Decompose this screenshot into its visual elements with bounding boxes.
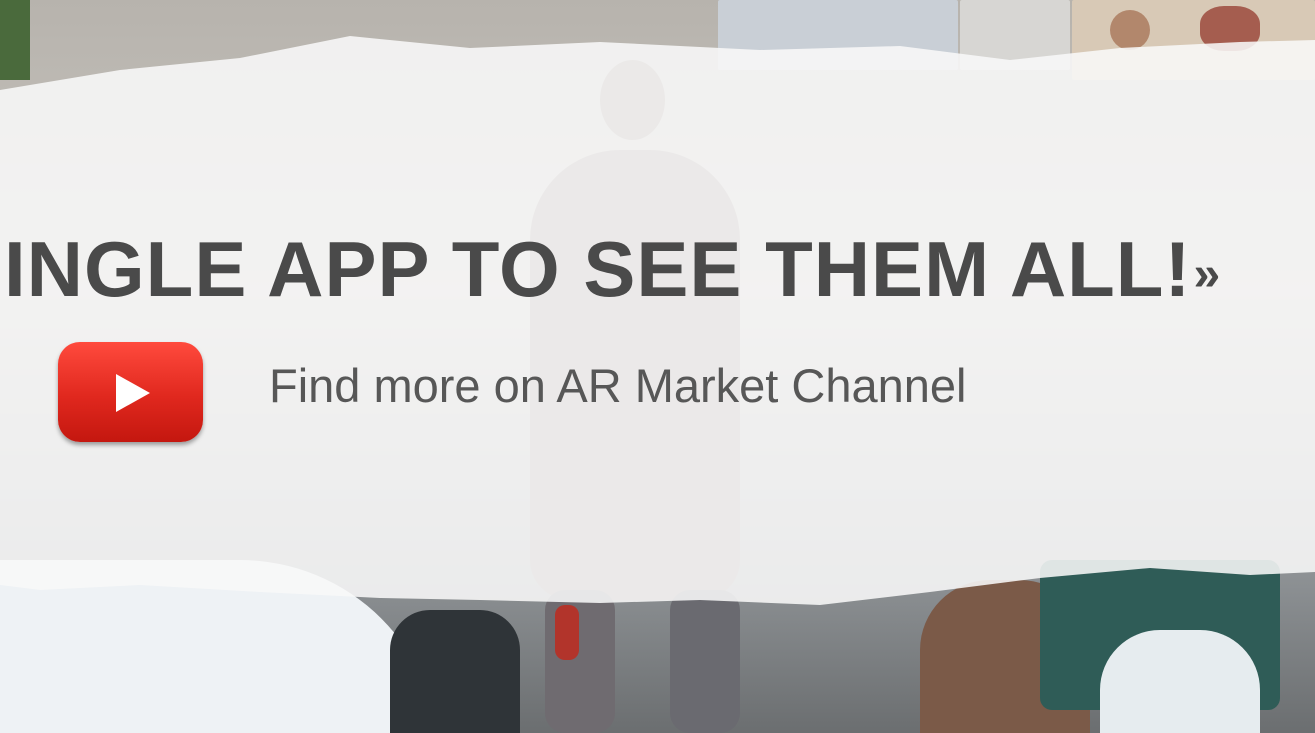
youtube-play-button[interactable]: [58, 342, 203, 442]
youtube-play-icon: [116, 374, 150, 412]
channel-link[interactable]: Find more on AR Market Channel: [269, 357, 967, 415]
background-detail: [0, 0, 30, 80]
headline-text: INGLE APP TO SEE THEM ALL!: [4, 225, 1192, 313]
wall-poster-detail: [1110, 10, 1150, 50]
person-dark-clothing: [390, 610, 520, 733]
anatomy-model-leg: [670, 590, 740, 733]
lab-coat: [1100, 630, 1260, 733]
double-chevron-icon: »: [1193, 248, 1222, 301]
anatomy-model-muscle: [555, 605, 579, 660]
banner-headline: INGLE APP TO SEE THEM ALL!»: [4, 224, 1221, 320]
